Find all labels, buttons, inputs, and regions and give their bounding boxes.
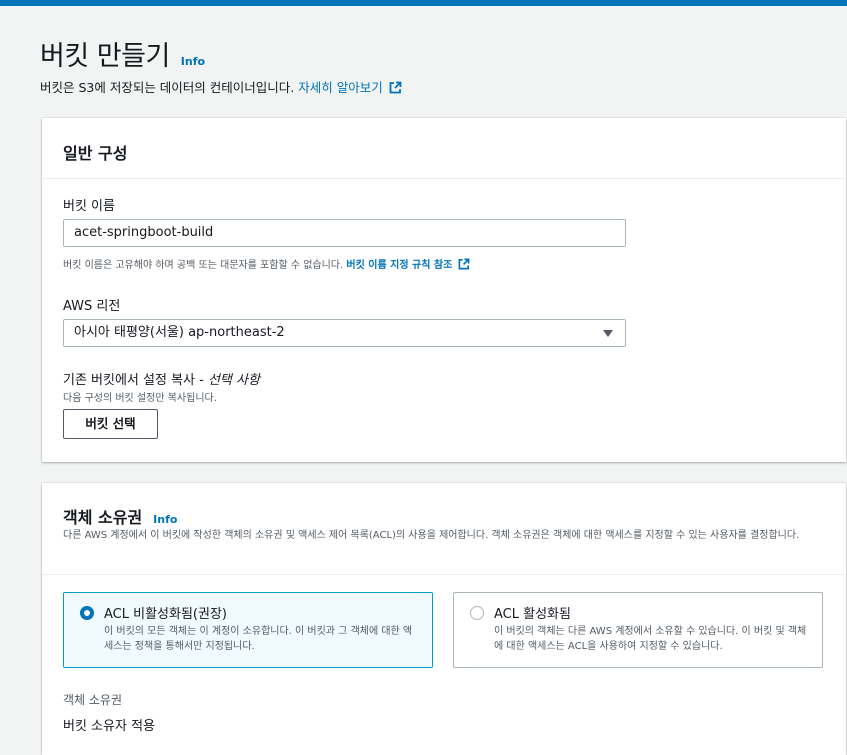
panel-title: 객체 소유권 xyxy=(63,508,143,527)
ownership-description: 다른 AWS 계정에서 이 버킷에 작성한 객체의 소유권 및 액세스 제어 목… xyxy=(63,530,800,541)
panel-header: 객체 소유권 Info xyxy=(63,504,177,528)
info-link[interactable]: Info xyxy=(153,513,177,526)
region-label: AWS 리전 xyxy=(63,299,121,314)
page-subtitle: 버킷은 S3에 저장되는 데이터의 컨테이너입니다. 자세히 알아보기 xyxy=(40,77,402,97)
acl-enabled-option[interactable]: ACL 활성화됨 이 버킷의 객체는 다른 AWS 계정에서 소유할 수 있습니… xyxy=(453,592,823,668)
bucket-name-input[interactable]: acet-springboot-build xyxy=(63,219,626,247)
external-link-icon[interactable] xyxy=(458,258,470,273)
region-value: 아시아 태평양(서울) ap-northeast-2 xyxy=(74,325,285,340)
general-config-panel: 일반 구성 버킷 이름 acet-springboot-build 버킷 이름은… xyxy=(42,118,846,462)
option-description: 이 버킷의 모든 객체는 이 계정이 소유합니다. 이 버킷과 그 객체에 대한… xyxy=(104,626,413,652)
copy-settings-text: 기존 버킷에서 설정 복사 - xyxy=(63,373,208,388)
subtitle-text: 버킷은 S3에 저장되는 데이터의 컨테이너입니다. xyxy=(40,80,295,95)
copy-settings-hint: 다음 구성의 버킷 설정만 복사됩니다. xyxy=(63,393,217,404)
bucket-name-label: 버킷 이름 xyxy=(63,199,115,214)
learn-more-link[interactable]: 자세히 알아보기 xyxy=(298,80,382,95)
info-link[interactable]: Info xyxy=(181,55,205,68)
external-link-icon[interactable] xyxy=(389,81,402,97)
ownership-field-value: 버킷 소유자 적용 xyxy=(63,719,155,734)
caret-down-icon xyxy=(603,330,613,337)
panel-title: 일반 구성 xyxy=(63,144,128,163)
page-header: 버킷 만들기 Info xyxy=(40,34,205,73)
top-accent-bar xyxy=(0,0,847,6)
page-title: 버킷 만들기 xyxy=(40,41,170,72)
radio-selected-icon[interactable] xyxy=(80,606,94,620)
region-select[interactable]: 아시아 태평양(서울) ap-northeast-2 xyxy=(63,319,626,347)
option-title: ACL 활성화됨 xyxy=(494,607,571,622)
option-title: ACL 비활성화됨(권장) xyxy=(104,607,227,622)
choose-bucket-button[interactable]: 버킷 선택 xyxy=(63,409,158,439)
copy-settings-label: 기존 버킷에서 설정 복사 - 선택 사항 xyxy=(63,369,260,388)
bucket-naming-rules-link[interactable]: 버킷 이름 지정 규칙 참조 xyxy=(346,260,452,271)
panel-header: 일반 구성 xyxy=(42,118,846,179)
bucket-name-hint: 버킷 이름은 고유해야 하며 공백 또는 대문자를 포함할 수 없습니다. 버킷… xyxy=(63,256,470,273)
bucket-name-hint-text: 버킷 이름은 고유해야 하며 공백 또는 대문자를 포함할 수 없습니다. xyxy=(63,260,344,271)
object-ownership-panel: 객체 소유권 Info 다른 AWS 계정에서 이 버킷에 작성한 객체의 소유… xyxy=(42,483,846,755)
acl-disabled-option[interactable]: ACL 비활성화됨(권장) 이 버킷의 모든 객체는 이 계정이 소유합니다. … xyxy=(63,592,433,668)
divider xyxy=(42,574,846,575)
option-description: 이 버킷의 객체는 다른 AWS 계정에서 소유할 수 있습니다. 이 버킷 및… xyxy=(494,626,807,652)
radio-unselected-icon[interactable] xyxy=(470,606,484,620)
ownership-field-label: 객체 소유권 xyxy=(63,693,123,707)
optional-text: 선택 사항 xyxy=(207,373,260,388)
